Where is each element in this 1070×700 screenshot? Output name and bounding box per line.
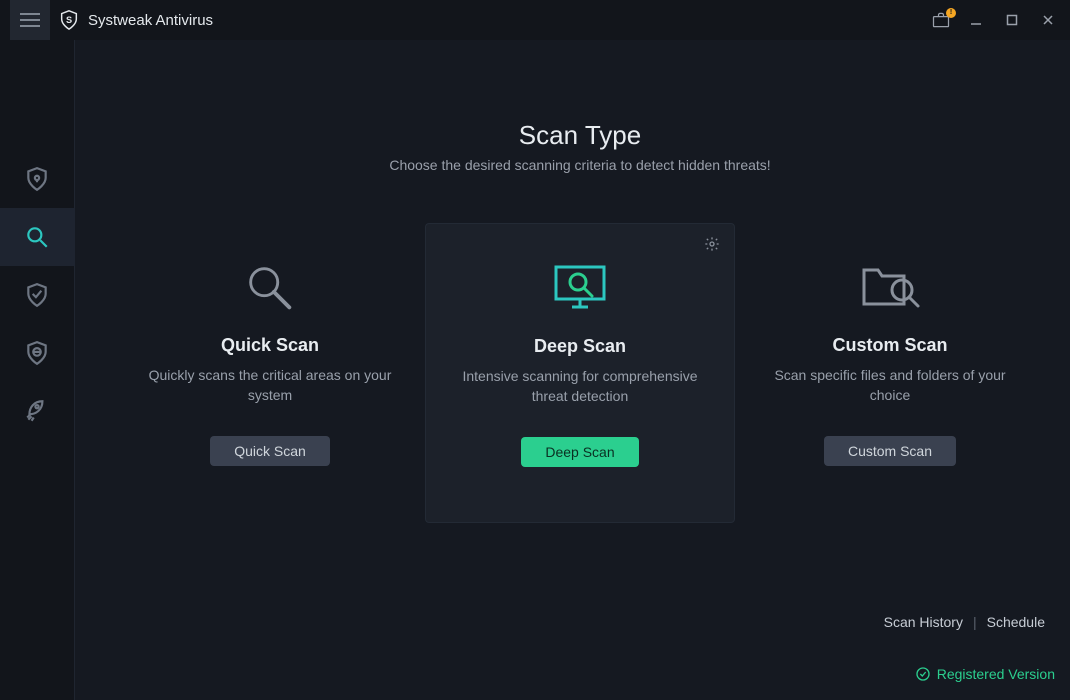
quick-scan-button[interactable]: Quick Scan bbox=[210, 436, 330, 466]
quick-scan-desc: Quickly scans the critical areas on your… bbox=[140, 366, 400, 406]
registration-status: Registered Version bbox=[915, 666, 1055, 682]
app-title: Systweak Antivirus bbox=[88, 12, 213, 29]
deep-scan-icon bbox=[548, 254, 612, 324]
rocket-icon bbox=[24, 398, 50, 424]
custom-scan-title: Custom Scan bbox=[832, 335, 947, 356]
card-custom-scan[interactable]: Custom Scan Scan specific files and fold… bbox=[735, 223, 1045, 523]
footer-links: Scan History | Schedule bbox=[884, 614, 1045, 630]
shield-e-icon bbox=[24, 340, 50, 366]
sidebar bbox=[0, 40, 75, 700]
close-button[interactable] bbox=[1036, 8, 1060, 32]
maximize-icon bbox=[1005, 13, 1019, 27]
custom-scan-button[interactable]: Custom Scan bbox=[824, 436, 956, 466]
deep-scan-desc: Intensive scanning for comprehensive thr… bbox=[451, 367, 709, 407]
sidebar-item-protection[interactable] bbox=[0, 150, 75, 208]
main-content: Scan Type Choose the desired scanning cr… bbox=[75, 40, 1070, 700]
notification-button[interactable]: ! bbox=[930, 10, 952, 30]
search-icon bbox=[24, 224, 50, 250]
gear-icon bbox=[704, 236, 720, 252]
sidebar-item-boost[interactable] bbox=[0, 382, 75, 440]
sidebar-item-eprotect[interactable] bbox=[0, 324, 75, 382]
minimize-icon bbox=[969, 13, 983, 27]
shield-lock-icon bbox=[24, 166, 50, 192]
custom-scan-icon bbox=[858, 253, 922, 323]
maximize-button[interactable] bbox=[1000, 8, 1024, 32]
minimize-button[interactable] bbox=[964, 8, 988, 32]
sidebar-item-quarantine[interactable] bbox=[0, 266, 75, 324]
card-quick-scan[interactable]: Quick Scan Quickly scans the critical ar… bbox=[115, 223, 425, 523]
page-title: Scan Type bbox=[115, 120, 1045, 151]
notification-badge: ! bbox=[946, 8, 956, 18]
card-deep-scan[interactable]: Deep Scan Intensive scanning for compreh… bbox=[425, 223, 735, 523]
sidebar-item-scan[interactable] bbox=[0, 208, 75, 266]
menu-toggle-button[interactable] bbox=[10, 0, 50, 40]
app-logo-icon: S bbox=[58, 9, 80, 31]
custom-scan-desc: Scan specific files and folders of your … bbox=[760, 366, 1020, 406]
page-subtitle: Choose the desired scanning criteria to … bbox=[115, 157, 1045, 173]
registration-status-text: Registered Version bbox=[937, 666, 1055, 682]
quick-scan-icon bbox=[241, 253, 299, 323]
deep-scan-button[interactable]: Deep Scan bbox=[521, 437, 638, 467]
deep-scan-settings-button[interactable] bbox=[704, 236, 720, 257]
check-circle-icon bbox=[915, 666, 931, 682]
scan-history-link[interactable]: Scan History bbox=[884, 614, 963, 630]
svg-text:S: S bbox=[66, 15, 72, 25]
titlebar: S Systweak Antivirus ! bbox=[0, 0, 1070, 40]
close-icon bbox=[1041, 13, 1055, 27]
deep-scan-title: Deep Scan bbox=[534, 336, 626, 357]
separator: | bbox=[973, 614, 977, 630]
quick-scan-title: Quick Scan bbox=[221, 335, 319, 356]
shield-check-icon bbox=[24, 282, 50, 308]
schedule-link[interactable]: Schedule bbox=[987, 614, 1045, 630]
